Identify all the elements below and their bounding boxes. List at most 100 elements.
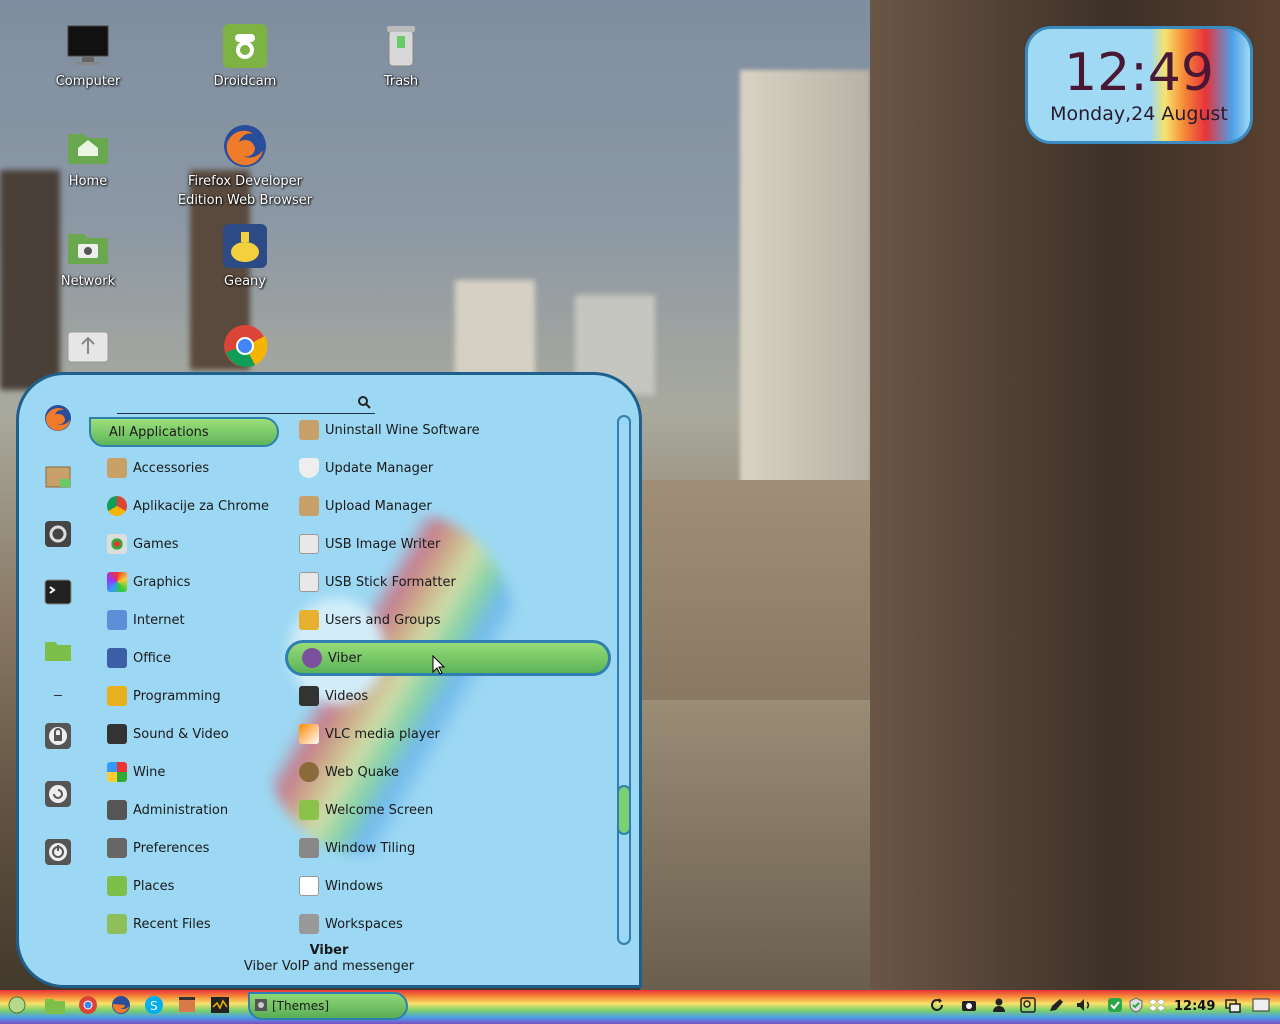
tray-updates[interactable] [1127,997,1145,1016]
category-label: Recent Files [133,916,211,932]
app-usb-image-writer[interactable]: USB Image Writer [285,529,603,559]
desktop-icon-chrome[interactable] [175,322,315,372]
logout-button[interactable] [41,777,75,811]
launcher-video-editor[interactable] [174,994,200,1020]
droidcam-icon [221,22,269,70]
desktop-icon-geany[interactable]: Geany [175,222,315,291]
application-menu: All Applications Accessories Aplikacije … [16,372,642,988]
tray-volume[interactable] [1075,998,1093,1016]
tray-screenshot[interactable] [960,998,978,1016]
tray-clock[interactable]: 12:49 [1174,999,1215,1014]
launcher-files[interactable] [42,994,68,1020]
apps-scrollbar-thumb[interactable] [617,785,631,835]
category-all-applications[interactable]: All Applications [89,417,279,447]
tray-dropbox[interactable] [1148,998,1166,1016]
favorite-firefox[interactable] [41,401,75,435]
category-sound-video[interactable]: Sound & Video [91,719,281,749]
menu-icon [7,995,27,1019]
desktop-icon-trash[interactable]: Trash [331,22,471,91]
app-videos[interactable]: Videos [285,681,603,711]
app-upload-manager[interactable]: Upload Manager [285,491,603,521]
app-update-manager[interactable]: Update Manager [285,453,603,483]
category-accessories[interactable]: Accessories [91,453,281,483]
app-window-tiling[interactable]: Window Tiling [285,833,603,863]
mouse-cursor-icon [432,655,446,675]
category-office[interactable]: Office [91,643,281,673]
search-input[interactable] [117,391,351,415]
wine-icon [107,762,127,782]
app-label: Web Quake [325,764,399,780]
launcher-firefox[interactable] [108,994,134,1020]
category-label: Places [133,878,175,894]
app-workspaces[interactable]: Workspaces [285,909,603,939]
tiling-icon [299,838,319,858]
category-places[interactable]: Places [91,871,281,901]
launcher-chrome[interactable] [75,994,101,1020]
show-desktop-button[interactable] [1252,998,1270,1016]
app-label: USB Stick Formatter [325,574,456,590]
lock-screen-button[interactable] [41,719,75,753]
chrome-icon [221,322,269,370]
app-windows[interactable]: Windows [285,871,603,901]
folder-icon [43,635,73,665]
wallpaper-building [870,0,1280,990]
key-icon [1020,997,1036,1017]
search-icon[interactable] [357,394,371,413]
power-button[interactable] [41,835,75,869]
app-description: Viber Viber VoIP and messenger [19,943,639,975]
tray-pen[interactable] [1047,998,1065,1016]
app-label: USB Image Writer [325,536,441,552]
desktop-icon-usb-drive[interactable] [18,322,158,372]
category-internet[interactable]: Internet [91,605,281,635]
tray-refresh[interactable] [928,998,946,1016]
app-label: Upload Manager [325,498,432,514]
app-description-subtitle: Viber VoIP and messenger [243,959,415,974]
favorite-terminal[interactable] [41,575,75,609]
tray-user[interactable] [990,998,1008,1016]
bottom-panel: S [Themes] 12:49 [0,990,1280,1024]
category-chrome-apps[interactable]: Aplikacije za Chrome [91,491,281,521]
category-label: Graphics [133,574,191,590]
desktop-icon-computer[interactable]: Computer [18,22,158,91]
desktop-icon-home[interactable]: Home [18,122,158,191]
favorite-files[interactable] [41,633,75,667]
launcher-system-monitor[interactable] [207,994,233,1020]
menu-search [117,391,375,415]
firefox-icon [221,122,269,170]
users-icon [299,610,319,630]
app-users-groups[interactable]: Users and Groups [285,605,603,635]
favorite-system-settings[interactable] [41,517,75,551]
taskbar-window-themes[interactable]: [Themes] [248,992,408,1020]
apps-scrollbar[interactable] [617,415,631,945]
video-editor-icon [177,995,197,1019]
tray-keyring[interactable] [1019,997,1037,1017]
category-administration[interactable]: Administration [91,795,281,825]
category-graphics[interactable]: Graphics [91,567,281,597]
app-usb-stick-formatter[interactable]: USB Stick Formatter [285,567,603,597]
app-welcome-screen[interactable]: Welcome Screen [285,795,603,825]
app-viber[interactable]: Viber [285,640,611,676]
tray-security[interactable] [1106,998,1124,1016]
category-wine[interactable]: Wine [91,757,281,787]
app-label: Windows [325,878,384,894]
network-folder-icon [64,222,112,270]
app-vlc[interactable]: VLC media player [285,719,603,749]
category-label: Office [133,650,171,666]
app-web-quake[interactable]: Web Quake [285,757,603,787]
app-uninstall-wine[interactable]: Uninstall Wine Software [285,415,603,445]
desktop-icon-label: Computer [55,74,121,89]
desktop-icon-label: Geany [224,274,266,289]
category-recent-files[interactable]: Recent Files [91,909,281,939]
tray-window-list[interactable] [1224,998,1242,1016]
desktop-icon-droidcam[interactable]: Droidcam [175,22,315,91]
desktop-icon-firefox[interactable]: Firefox Developer Edition Web Browser [175,122,315,210]
favorite-package-manager[interactable] [41,459,75,493]
themes-icon [254,998,268,1015]
chrome-icon [78,995,98,1019]
desktop-icon-network[interactable]: Network [18,222,158,291]
category-preferences[interactable]: Preferences [91,833,281,863]
menu-button[interactable] [4,994,30,1020]
category-games[interactable]: Games [91,529,281,559]
category-programming[interactable]: Programming [91,681,281,711]
launcher-skype[interactable]: S [141,994,167,1020]
